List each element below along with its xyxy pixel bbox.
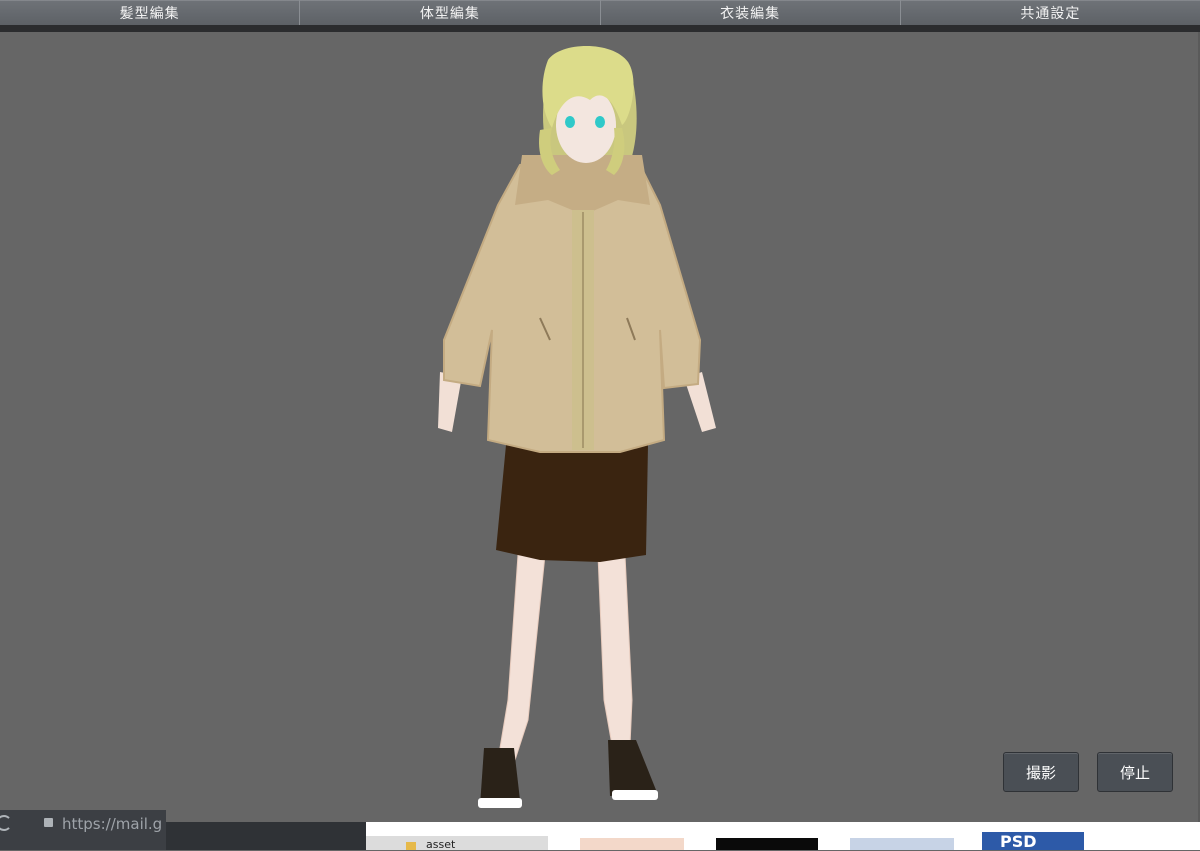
lock-icon <box>44 818 53 827</box>
folder-label: asset <box>426 838 456 851</box>
psd-file-icon: PSD <box>982 832 1070 851</box>
character-model <box>438 46 716 808</box>
address-text: https://mail.g <box>62 815 163 833</box>
capture-button[interactable]: 撮影 <box>1003 752 1079 792</box>
background-thumbnail <box>716 838 818 850</box>
reload-icon <box>0 815 12 831</box>
background-thumbnail <box>580 838 684 850</box>
background-tile <box>366 836 548 850</box>
background-thumbnail <box>850 838 954 850</box>
browser-address-strip: https://mail.g <box>0 810 166 850</box>
background-dark-panel <box>166 822 366 850</box>
folder-icon <box>406 842 416 850</box>
psd-file-icon-corner <box>1060 832 1084 850</box>
stop-button[interactable]: 停止 <box>1097 752 1173 792</box>
